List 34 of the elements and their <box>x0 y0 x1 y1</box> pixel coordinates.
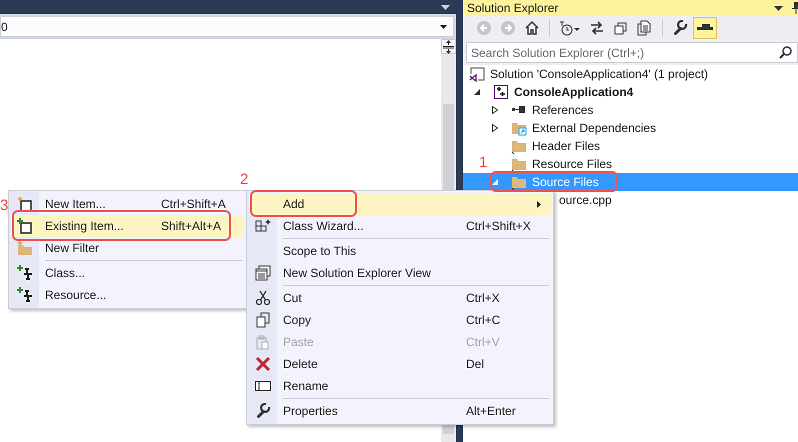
menu-item[interactable]: New Filter <box>11 237 244 259</box>
tree-item[interactable]: Resource Files <box>491 155 612 173</box>
shortcut-label: Ctrl+C <box>466 313 500 327</box>
tree-item[interactable]: Header Files <box>491 137 600 155</box>
menu-item[interactable]: Delete Del <box>249 353 551 375</box>
menu-item[interactable]: New Item... Ctrl+Shift+A <box>11 193 244 215</box>
panel-title: Solution Explorer <box>467 1 558 15</box>
menu-item[interactable]: Properties Alt+Enter <box>249 400 551 422</box>
menu-item[interactable]: Class... <box>11 262 244 284</box>
step-number: 1 <box>479 155 488 170</box>
shortcut-label: Del <box>466 357 484 371</box>
step-number: 3 <box>0 198 8 213</box>
shortcut-label: Ctrl+Shift+A <box>161 197 226 211</box>
menu-item[interactable]: Rename <box>249 375 551 397</box>
dropdown-field[interactable]: 0 <box>0 16 454 37</box>
menu-item[interactable]: Add <box>249 193 551 215</box>
menu-item[interactable]: Cut Ctrl+X <box>249 287 551 309</box>
menu-item[interactable]: Resource... <box>11 284 244 306</box>
menu-item[interactable]: Copy Ctrl+C <box>249 309 551 331</box>
tree-item[interactable]: External Dependencies <box>491 119 656 137</box>
menu-item[interactable]: Class Wizard... Ctrl+Shift+X <box>249 215 551 237</box>
search-field[interactable]: Search Solution Explorer (Ctrl+;) <box>466 42 798 63</box>
tree-item[interactable]: ConsoleApplication4 <box>473 83 634 101</box>
step-number: 2 <box>240 172 248 187</box>
menu-item[interactable]: New Solution Explorer View <box>249 262 551 284</box>
tree-item[interactable]: Solution 'ConsoleApplication4' (1 project) <box>469 65 708 83</box>
shortcut-label: Alt+Enter <box>466 404 516 418</box>
menu-item[interactable]: Scope to This <box>249 240 551 262</box>
shortcut-label: Ctrl+Shift+X <box>466 219 531 233</box>
menu-item[interactable]: Existing Item... Shift+Alt+A <box>11 215 244 237</box>
shortcut-label: Ctrl+V <box>466 335 500 349</box>
shortcut-label: Ctrl+X <box>466 291 500 305</box>
tree-item[interactable]: References <box>491 101 594 119</box>
shortcut-label: Shift+Alt+A <box>161 219 222 233</box>
